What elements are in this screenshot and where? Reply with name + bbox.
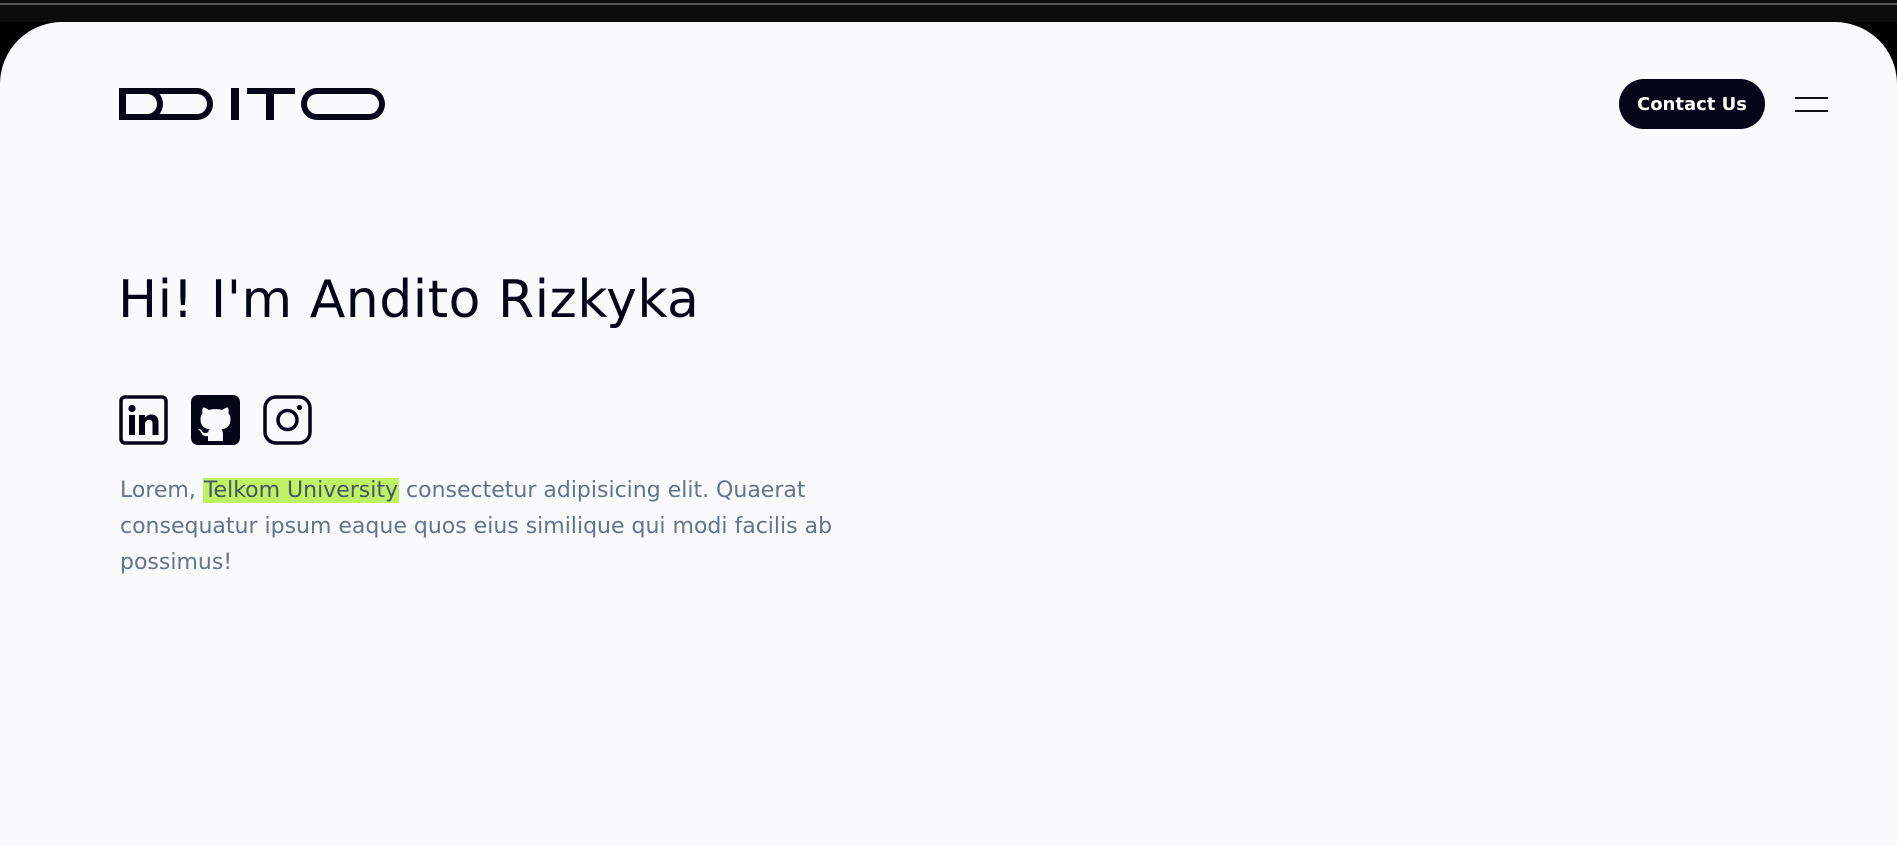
intro-text-start: Lorem, <box>120 478 203 503</box>
linkedin-link[interactable] <box>119 395 168 445</box>
instagram-icon <box>263 395 312 445</box>
linkedin-icon <box>119 395 168 445</box>
menu-line-bottom <box>1795 110 1828 112</box>
instagram-link[interactable] <box>263 395 312 445</box>
contact-us-button[interactable]: Contact Us <box>1619 79 1765 129</box>
dito-logo-icon <box>119 88 385 120</box>
browser-frame-edge <box>0 0 1897 22</box>
social-links <box>119 395 312 445</box>
github-icon <box>191 395 240 445</box>
site-logo[interactable] <box>119 88 385 120</box>
hamburger-menu-icon[interactable] <box>1795 94 1829 116</box>
github-link[interactable] <box>191 395 240 445</box>
page-container: Contact Us Hi! I'm Andito Rizkyka Lorem,… <box>0 22 1897 846</box>
university-highlight: Telkom University <box>202 478 400 503</box>
frame-divider <box>0 3 1897 5</box>
intro-paragraph: Lorem, Telkom University consectetur adi… <box>120 473 840 581</box>
hero-title: Hi! I'm Andito Rizkyka <box>118 270 700 330</box>
menu-line-top <box>1795 97 1828 99</box>
